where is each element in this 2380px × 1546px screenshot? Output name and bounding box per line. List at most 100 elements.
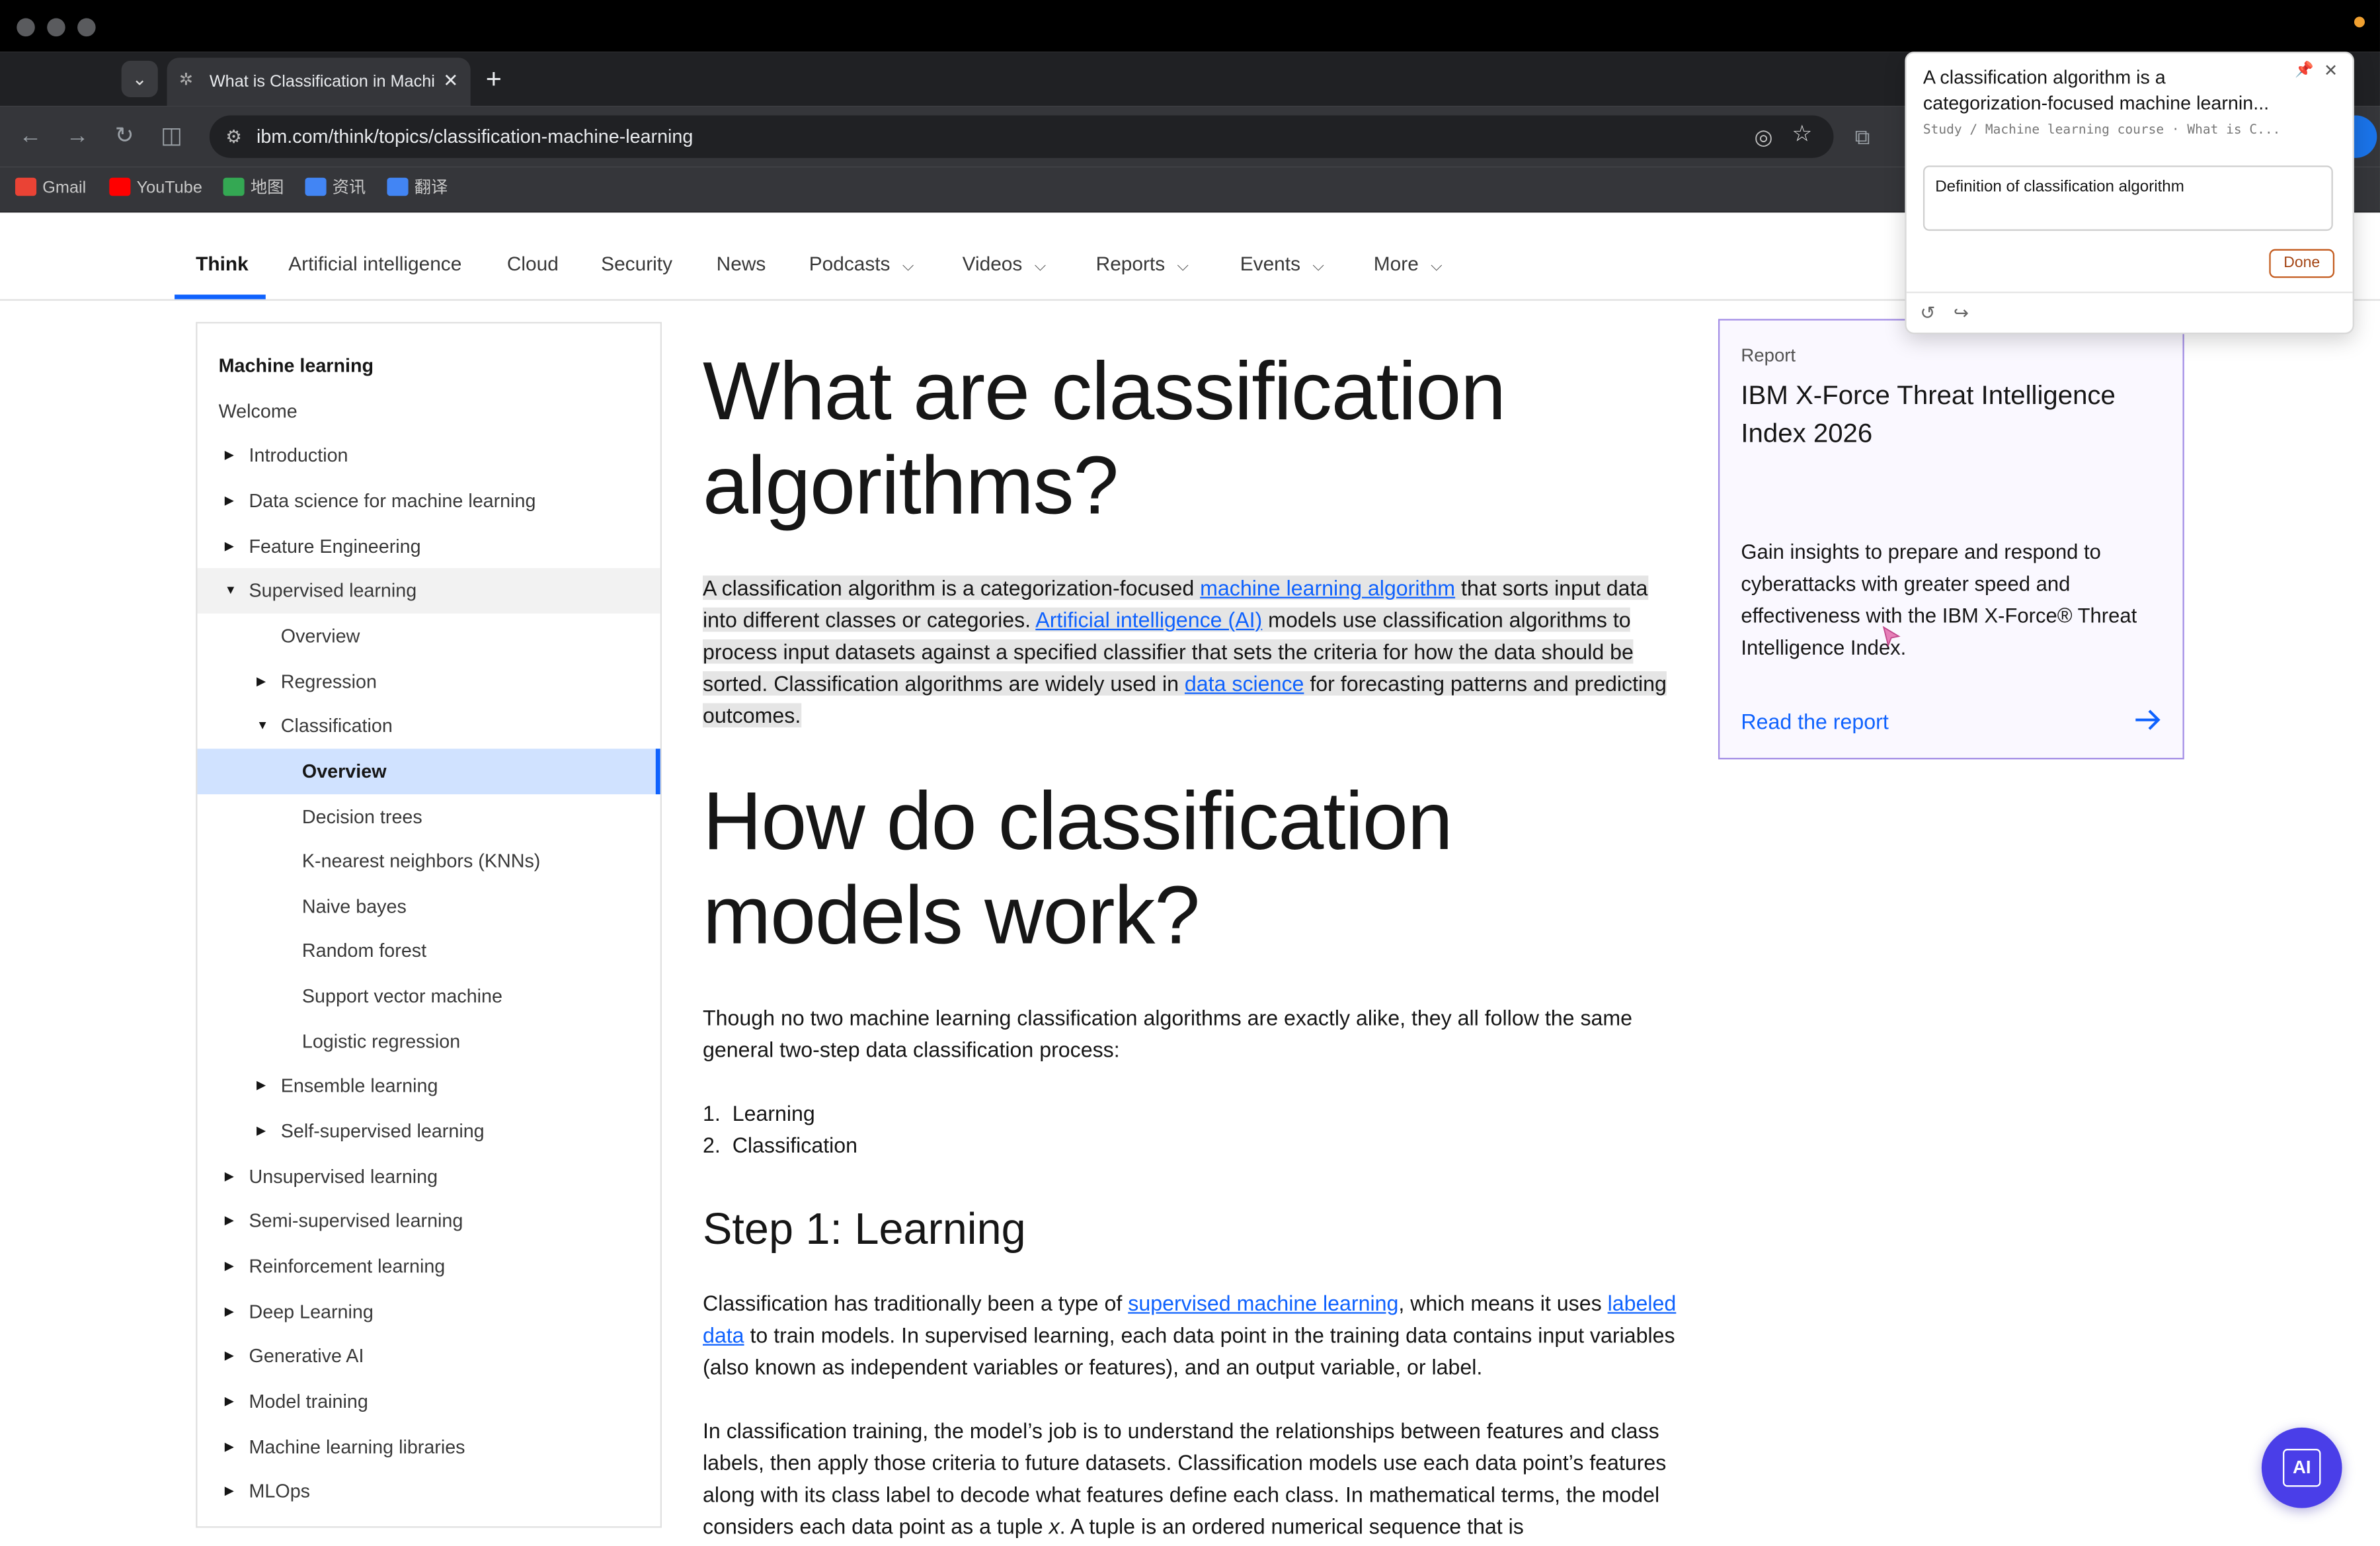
nav-videos[interactable]: Videos ⌵ (963, 252, 1047, 279)
undo-icon[interactable]: ↺ (1920, 302, 1935, 323)
sidebar-item-regression[interactable]: ▶ Regression (197, 659, 660, 704)
list-text: Classification (732, 1133, 858, 1158)
sidebar-item-self-supervised-learning[interactable]: ▶ Self-supervised learning (197, 1109, 660, 1155)
split-view-icon[interactable]: ◫ (156, 122, 186, 152)
sidebar-item-logistic-regression[interactable]: Logistic regression (197, 1019, 660, 1065)
bookmark-youtube[interactable]: YouTube (109, 177, 202, 199)
link-machine-learning-algorithm[interactable]: machine learning algorithm (1200, 575, 1455, 600)
nav-events[interactable]: Events ⌵ (1240, 252, 1324, 279)
sidebar-item-random-forest[interactable]: Random forest (197, 928, 660, 974)
sidebar-item-machine-learning-libraries[interactable]: ▶ Machine learning libraries (197, 1424, 660, 1469)
sidebar-item-label: Machine learning (218, 355, 374, 377)
nav-more[interactable]: More ⌵ (1374, 252, 1443, 279)
sidebar-item-ensemble-learning[interactable]: ▶ Ensemble learning (197, 1064, 660, 1110)
sidebar-item-generative-ai[interactable]: ▶ Generative AI (197, 1334, 660, 1379)
read-report-link[interactable]: Read the report (1741, 708, 1888, 735)
sidebar-item-feature-engineering[interactable]: ▶ Feature Engineering (197, 523, 660, 569)
caret-right-icon[interactable]: ▶ (225, 1469, 234, 1514)
pin-icon[interactable]: 📌 (2295, 62, 2314, 79)
nav-cloud[interactable]: Cloud (507, 252, 559, 276)
back-icon[interactable]: ← (15, 122, 46, 152)
caret-down-icon[interactable]: ▼ (225, 569, 237, 614)
sidebar-item-model-training[interactable]: ▶ Model training (197, 1379, 660, 1424)
nav-security[interactable]: Security (601, 252, 672, 276)
sidebar-item-reinforcement-learning[interactable]: ▶ Reinforcement learning (197, 1244, 660, 1289)
tracking-protection-icon[interactable]: ◎ (1755, 123, 1773, 150)
caret-right-icon[interactable]: ▶ (225, 1199, 234, 1244)
popup-title: A classification algorithm is a categori… (1923, 67, 2270, 114)
mouse-cursor-icon (1882, 626, 1901, 647)
nav-label: Cloud (506, 252, 559, 275)
sidebar-item-semi-supervised-learning[interactable]: ▶ Semi-supervised learning (197, 1199, 660, 1244)
sidebar-item-machine-learning[interactable]: Machine learning (197, 343, 660, 389)
caret-down-icon[interactable]: ▼ (257, 704, 268, 749)
bookmark-star-icon[interactable]: ☆ (1792, 122, 1812, 149)
nav-think[interactable]: Think (196, 252, 249, 276)
close-icon[interactable]: ✕ (2324, 61, 2338, 81)
browser-tab[interactable]: ✲ What is Classification in Machine Lear… (167, 58, 471, 106)
sidebar-item-mlops[interactable]: ▶ MLOps (197, 1469, 660, 1514)
caret-right-icon[interactable]: ▶ (225, 1244, 234, 1289)
sidebar-item-classification[interactable]: ▼ Classification (197, 704, 660, 749)
caret-right-icon[interactable]: ▶ (257, 1064, 266, 1110)
tab-search-chevron-icon[interactable]: ⌄ (121, 60, 158, 97)
address-bar[interactable]: ⚙ ibm.com/think/topics/classification-ma… (209, 115, 1834, 158)
new-tab-icon[interactable]: + (486, 63, 502, 94)
forward-icon[interactable]: → (62, 122, 93, 152)
youtube-icon (109, 177, 131, 196)
note-input[interactable]: Definition of classification algorithm (1923, 165, 2333, 231)
arrow-right-icon[interactable] (2133, 705, 2163, 735)
tab-close-icon[interactable]: ✕ (443, 68, 458, 93)
training-paragraph: In classification training, the model’s … (703, 1416, 1682, 1543)
link-artificial-intelligence[interactable]: Artificial intelligence (AI) (1035, 608, 1262, 632)
url-text[interactable]: ibm.com/think/topics/classification-mach… (257, 124, 693, 149)
sidebar-item-overview[interactable]: Overview (197, 748, 660, 794)
sidebar-item-k-nearest-neighbors-knns[interactable]: K-nearest neighbors (KNNs) (197, 838, 660, 884)
sidebar-item-decision-trees[interactable]: Decision trees (197, 793, 660, 839)
window-close-icon[interactable] (17, 18, 35, 37)
bookmark-translate[interactable]: 翻译 (387, 177, 448, 199)
sidebar-item-deep-learning[interactable]: ▶ Deep Learning (197, 1289, 660, 1334)
sidebar-item-support-vector-machine[interactable]: Support vector machine (197, 973, 660, 1019)
caret-right-icon[interactable]: ▶ (225, 1154, 234, 1200)
sidebar-item-overview[interactable]: Overview (197, 614, 660, 659)
done-button[interactable]: Done (2269, 249, 2335, 278)
screenshot-extension-icon[interactable]: ⧉ (1855, 122, 1870, 152)
nav-artificial-intelligence[interactable]: Artificial intelligence (288, 252, 461, 276)
site-settings-icon[interactable]: ⚙ (221, 124, 246, 149)
caret-right-icon[interactable]: ▶ (225, 1289, 234, 1334)
caret-right-icon[interactable]: ▶ (225, 478, 234, 524)
link-supervised-machine-learning[interactable]: supervised machine learning (1128, 1291, 1398, 1315)
sidebar-item-data-science-for-machine-learning[interactable]: ▶ Data science for machine learning (197, 478, 660, 524)
redo-icon[interactable]: ↪ (1954, 302, 1969, 323)
sidebar-item-label: Classification (280, 715, 393, 737)
window-zoom-icon[interactable] (77, 18, 96, 37)
sidebar-item-welcome[interactable]: Welcome (197, 388, 660, 434)
bookmark-gmail[interactable]: Gmail (15, 177, 86, 199)
caret-right-icon[interactable]: ▶ (225, 1424, 234, 1469)
window-minimize-icon[interactable] (47, 18, 65, 37)
bookmark-news[interactable]: 资讯 (305, 177, 366, 199)
bookmark-maps[interactable]: 地图 (223, 177, 284, 199)
caret-right-icon[interactable]: ▶ (225, 433, 234, 479)
nav-reports[interactable]: Reports ⌵ (1096, 252, 1189, 279)
ai-assistant-button[interactable]: AI (2261, 1427, 2342, 1508)
sidebar-item-label: K-nearest neighbors (KNNs) (301, 850, 541, 872)
sidebar-item-introduction[interactable]: ▶ Introduction (197, 433, 660, 479)
link-data-science[interactable]: data science (1185, 671, 1304, 696)
nav-label: Artificial intelligence (288, 252, 462, 275)
caret-right-icon[interactable]: ▶ (257, 1109, 266, 1155)
nav-podcasts[interactable]: Podcasts ⌵ (809, 252, 914, 279)
sidebar-item-label: Introduction (249, 445, 348, 467)
caret-right-icon[interactable]: ▶ (225, 1379, 234, 1424)
caret-right-icon[interactable]: ▶ (257, 659, 266, 704)
caret-right-icon[interactable]: ▶ (225, 523, 234, 569)
sidebar-item-label: Data science for machine learning (249, 490, 536, 512)
sidebar-item-naive-bayes[interactable]: Naive bayes (197, 883, 660, 929)
caret-right-icon[interactable]: ▶ (225, 1334, 234, 1379)
nav-news[interactable]: News (717, 252, 766, 276)
sidebar-item-unsupervised-learning[interactable]: ▶ Unsupervised learning (197, 1154, 660, 1200)
reload-icon[interactable]: ↻ (109, 122, 139, 152)
sidebar-item-label: Overview (280, 625, 360, 647)
sidebar-item-supervised-learning[interactable]: ▼ Supervised learning (197, 568, 660, 614)
